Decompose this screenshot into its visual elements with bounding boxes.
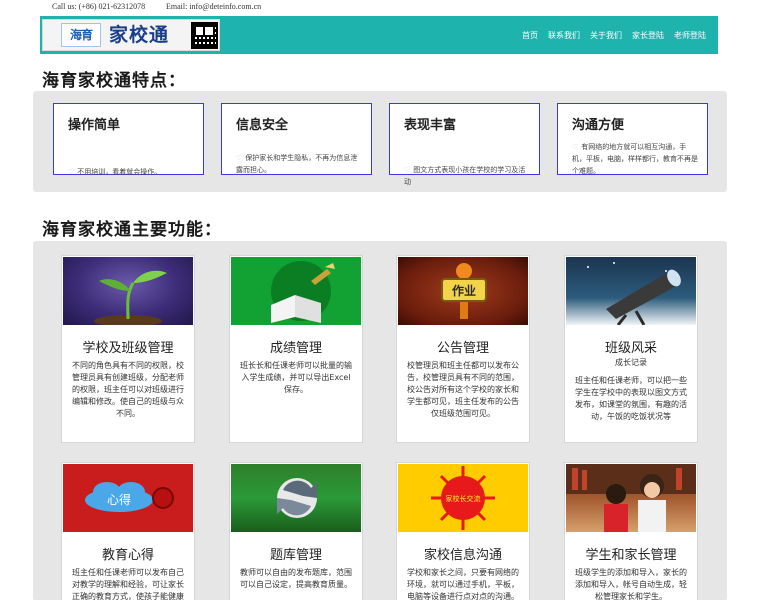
sun-badge-text: 家校长交流 <box>446 494 481 503</box>
contact-phone: Call us: (+86) 021-62312078 <box>52 2 146 11</box>
nav-about[interactable]: 关于我们 <box>590 30 622 41</box>
function-card[interactable]: 家校长交流 家校信息沟通 学校和家长之间，只要有网络的环境，就可以通过手机，平板… <box>396 462 530 600</box>
logo-mark: 海育 <box>61 23 101 47</box>
function-desc: 班主任和任课老师可以发布自己对教学的理解和经验，可让家长正确的教育方式，使孩子能… <box>72 568 184 600</box>
function-title: 班级风采 <box>604 341 657 356</box>
family-photo <box>566 464 696 532</box>
function-desc: 班长长和任课老师可以批量的输入学生成绩，并可以导出Excel保存。 <box>240 361 352 394</box>
refresh-icon <box>231 464 361 532</box>
bullet-icon: ♡ <box>236 154 243 162</box>
qr-code-icon <box>191 22 218 49</box>
heart-badge-text: 心得 <box>107 492 131 507</box>
feature-card: 操作简单 ♡ 不用培训，看着就会操作。 <box>53 103 204 176</box>
feature-title: 沟通方便 <box>572 118 625 133</box>
bullet-icon: ♡ <box>68 168 75 176</box>
nav-teacher-login[interactable]: 老师登陆 <box>674 30 706 41</box>
function-card[interactable]: 作业 公告管理 校管理员和班主任都可以发布公告，校管理员具有不同的范围，校公告对… <box>396 255 530 443</box>
feature-desc: 保护家长和学生隐私，不再为信息泄露而担心。 <box>236 154 358 174</box>
function-title: 题库管理 <box>269 548 322 563</box>
nav-parent-login[interactable]: 家长登陆 <box>632 30 664 41</box>
contact-email: Email: info@deteinfo.com.cn <box>166 2 262 11</box>
function-title: 成绩管理 <box>269 341 322 356</box>
functions-panel: 学校及班级管理 不同的角色具有不同的权限，校管理员具有创建班级，分配老师的权限，… <box>33 241 727 600</box>
site-logo[interactable]: 海育 家校通 <box>42 19 220 51</box>
function-subtitle: 成长记录 <box>615 358 647 367</box>
nav-contact[interactable]: 联系我们 <box>548 30 580 41</box>
book-icon <box>231 257 361 325</box>
function-desc: 学校和家长之间，只要有网络的环境，就可以通过手机，平板，电脑等设备进行点对点的沟… <box>407 568 519 600</box>
function-card[interactable]: 班级风采 成长记录 班主任和任课老师，可以把一些学生在学校中的表现以图文方式发布… <box>564 255 698 443</box>
function-title: 学校及班级管理 <box>82 341 174 356</box>
feature-desc: 图文方式表现小孩在学校的学习及活动 <box>404 166 526 186</box>
function-desc: 校管理员和班主任都可以发布公告，校管理员具有不同的范围，校公告对所有这个学校的家… <box>407 361 519 418</box>
function-card[interactable]: 学生和家长管理 班级学生的添加和导入，家长的添加和导入，帐号自动生成，轻松管理家… <box>564 462 698 600</box>
heart-icon: 心得 <box>63 464 193 532</box>
feature-title: 信息安全 <box>236 118 289 133</box>
bullet-icon: ♡ <box>404 166 411 174</box>
feature-desc: 不用培训，看着就会操作。 <box>77 168 162 176</box>
functions-heading: 海育家校通主要功能： <box>42 220 222 240</box>
logo-brand: 家校通 <box>109 24 170 46</box>
function-title: 公告管理 <box>436 341 489 356</box>
function-card[interactable]: 学校及班级管理 不同的角色具有不同的权限，校管理员具有创建班级，分配老师的权限，… <box>61 255 195 443</box>
telescope-icon <box>566 257 696 325</box>
features-heading: 海育家校通特点： <box>42 71 186 91</box>
features-panel: 操作简单 ♡ 不用培训，看着就会操作。 信息安全 ♡ 保护家长和学生隐私，不再为信息… <box>33 91 727 192</box>
function-card[interactable]: 心得 教育心得 班主任和任课老师可以发布自己对教学的理解和经验，可让家长正确的教… <box>61 462 195 600</box>
feature-title: 表现丰富 <box>404 118 457 133</box>
function-desc: 班级学生的添加和导入，家长的添加和导入，帐号自动生成，轻松管理家长和学生。 <box>575 568 687 600</box>
plant-icon <box>63 257 193 325</box>
function-desc: 教师可以自由的发布题库，范围可以自己设定，提高教育质量。 <box>240 568 352 589</box>
function-card[interactable]: 成绩管理 班长长和任课老师可以批量的输入学生成绩，并可以导出Excel保存。 <box>229 255 363 443</box>
main-nav: 首页 联系我们 关于我们 家长登陆 老师登陆 <box>522 16 706 54</box>
function-title: 家校信息沟通 <box>423 548 502 563</box>
feature-card: 沟通方便 ♡ 有网络的地方就可以相互沟通，手机，平板，电脑，样样都行，教育不再是个… <box>557 103 708 175</box>
homework-board-icon: 作业 <box>398 257 528 325</box>
function-title: 教育心得 <box>101 548 154 563</box>
nav-home[interactable]: 首页 <box>522 30 538 41</box>
function-title: 学生和家长管理 <box>585 548 677 563</box>
feature-desc: 有网络的地方就可以相互沟通，手机，平板，电脑，样样都行，教育不再是个难题。 <box>572 143 698 175</box>
sun-icon: 家校长交流 <box>398 464 528 532</box>
function-desc: 班主任和任课老师，可以把一些学生在学校中的表现以图文方式发布，如课堂的氛围，有趣… <box>575 376 687 421</box>
feature-card: 表现丰富 ♡ 图文方式表现小孩在学校的学习及活动 <box>389 103 540 186</box>
function-card[interactable]: 题库管理 教师可以自由的发布题库，范围可以自己设定，提高教育质量。 <box>229 462 363 600</box>
bullet-icon: ♡ <box>572 143 579 151</box>
board-text: 作业 <box>452 283 476 298</box>
contact-bar: Call us: (+86) 021-62312078 Email: info@… <box>0 0 760 14</box>
navbar: 海育 家校通 首页 联系我们 关于我们 家长登陆 老师登陆 <box>40 16 718 54</box>
function-desc: 不同的角色具有不同的权限，校管理员具有创建班级，分配老师的权限，班主任可以对班级… <box>72 361 184 418</box>
feature-card: 信息安全 ♡ 保护家长和学生隐私，不再为信息泄露而担心。 <box>221 103 372 175</box>
feature-title: 操作简单 <box>68 118 121 133</box>
